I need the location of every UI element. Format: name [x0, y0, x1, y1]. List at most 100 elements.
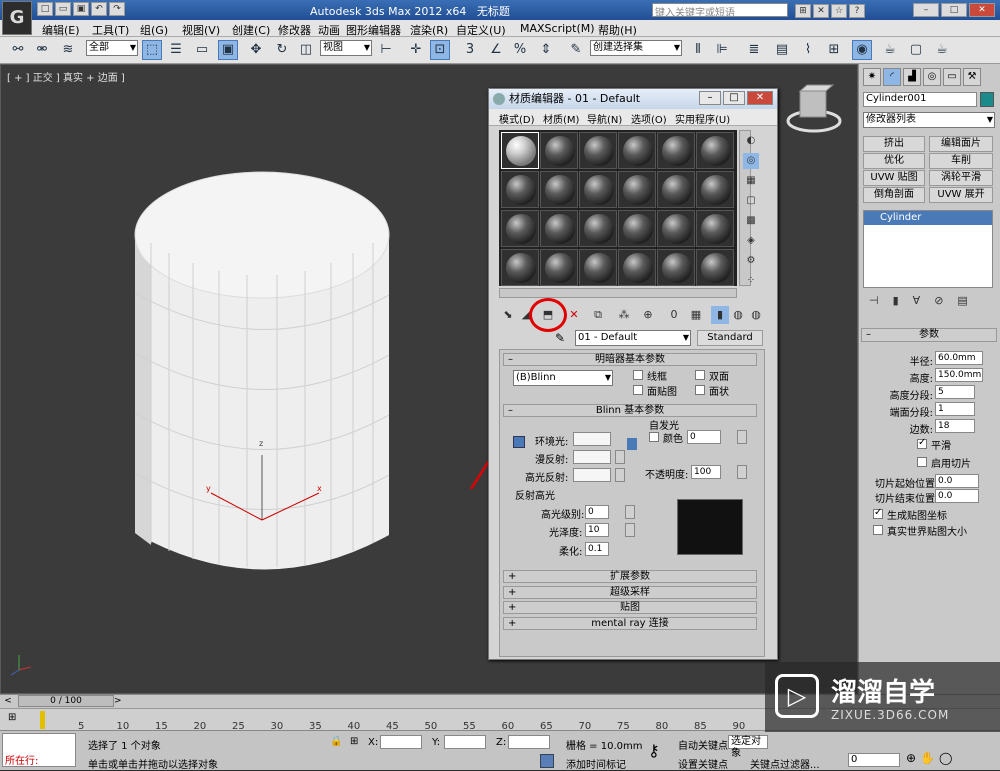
- app-logo-icon[interactable]: G: [2, 1, 32, 35]
- menu-animation[interactable]: 动画: [318, 22, 340, 38]
- z-coord-field[interactable]: [508, 735, 550, 749]
- search-input[interactable]: 键入关键字或短语: [652, 3, 788, 19]
- utilities-tab-icon[interactable]: ⚒: [963, 68, 981, 86]
- rect-selection-icon[interactable]: ▭: [192, 40, 212, 60]
- material-slot[interactable]: [579, 249, 617, 286]
- angle-snap-icon[interactable]: ∠: [486, 40, 506, 60]
- key-mode-select[interactable]: 选定对象: [728, 735, 768, 759]
- supersampling-rollout[interactable]: + 超级采样: [503, 586, 757, 599]
- show-map-icon[interactable]: ▦: [687, 306, 705, 324]
- viewcube-icon[interactable]: [786, 84, 842, 133]
- zoom-icon[interactable]: ⊕: [906, 751, 920, 765]
- star-icon[interactable]: ☆: [831, 4, 847, 18]
- material-slot[interactable]: [657, 210, 695, 247]
- material-slot[interactable]: [540, 249, 578, 286]
- mat-menu-navigation[interactable]: 导航(N): [587, 111, 622, 126]
- pin-stack-icon[interactable]: ⊣: [869, 294, 893, 307]
- eyedropper-icon[interactable]: ✎: [555, 331, 565, 345]
- rendered-frame-icon[interactable]: ▢: [906, 40, 926, 60]
- turbosmooth-button[interactable]: 涡轮平滑: [929, 170, 993, 186]
- close-button[interactable]: ✕: [969, 3, 995, 17]
- make-unique-stack-icon[interactable]: ∀: [913, 294, 935, 307]
- material-slot[interactable]: [501, 249, 539, 286]
- bevel-profile-button[interactable]: 倒角剖面: [863, 187, 925, 203]
- material-id-icon[interactable]: 0: [665, 306, 683, 324]
- uvw-map-button[interactable]: UVW 贴图: [863, 170, 925, 186]
- maxscript-listener[interactable]: 所在行:: [2, 733, 76, 767]
- spec-level-map-button[interactable]: [625, 505, 635, 519]
- show-end-result-icon[interactable]: ▮: [711, 306, 729, 324]
- schematic-view-icon[interactable]: ⊞: [824, 40, 844, 60]
- material-slot[interactable]: [501, 132, 539, 169]
- orbit-icon[interactable]: ◯: [939, 751, 956, 765]
- self-illum-color-checkbox[interactable]: [649, 432, 659, 442]
- mental-ray-rollout[interactable]: + mental ray 连接: [503, 617, 757, 630]
- named-selection-select[interactable]: 创建选择集: [590, 40, 682, 56]
- two-sided-checkbox[interactable]: [695, 370, 705, 380]
- hierarchy-tab-icon[interactable]: ▟: [903, 68, 921, 86]
- material-slot[interactable]: [618, 210, 656, 247]
- menu-maxscript[interactable]: MAXScript(M): [520, 22, 595, 35]
- radius-spinner[interactable]: 60.0mm: [935, 351, 983, 365]
- material-slot[interactable]: [696, 171, 734, 208]
- material-slot[interactable]: [657, 249, 695, 286]
- object-color-swatch[interactable]: [980, 92, 994, 107]
- absolute-mode-icon[interactable]: ⊞: [350, 736, 358, 747]
- material-name-field[interactable]: 01 - Default: [575, 330, 691, 346]
- shader-basic-rollout[interactable]: – 明暗器基本参数: [503, 353, 757, 366]
- material-slot[interactable]: [501, 171, 539, 208]
- material-slot[interactable]: [579, 210, 617, 247]
- specular-map-button[interactable]: [615, 468, 625, 482]
- pan-icon[interactable]: ✋: [920, 751, 939, 765]
- curve-editor-icon[interactable]: ⌇: [798, 40, 818, 60]
- time-slider-thumb[interactable]: 0 / 100: [18, 695, 114, 707]
- diffuse-color-swatch[interactable]: [573, 450, 611, 464]
- render-setup-icon[interactable]: ☕: [880, 40, 900, 60]
- mat-menu-material[interactable]: 材质(M): [543, 111, 579, 126]
- select-by-material-icon[interactable]: ⁘: [743, 273, 759, 289]
- optimize-button[interactable]: 优化: [863, 153, 925, 169]
- slice-from-spinner[interactable]: 0.0: [935, 474, 979, 488]
- material-slot[interactable]: [618, 171, 656, 208]
- time-next-icon[interactable]: >: [114, 696, 126, 707]
- mat-menu-mode[interactable]: 模式(D): [499, 111, 535, 126]
- material-slot[interactable]: [696, 210, 734, 247]
- edit-named-sets-icon[interactable]: ✎: [566, 40, 586, 60]
- modifier-list-select[interactable]: 修改器列表: [863, 112, 995, 128]
- material-type-button[interactable]: Standard: [697, 330, 763, 346]
- align-icon[interactable]: ⊫: [712, 40, 732, 60]
- uv-tiling-icon[interactable]: ▢: [743, 193, 759, 209]
- edit-patch-button[interactable]: 编辑面片: [929, 136, 993, 152]
- select-object-icon[interactable]: ⬚: [142, 40, 162, 60]
- stack-item-cylinder[interactable]: Cylinder: [864, 211, 992, 225]
- unlink-icon[interactable]: ⚮: [32, 40, 52, 60]
- sample-type-icon[interactable]: ◐: [743, 133, 759, 149]
- glossiness-map-button[interactable]: [625, 523, 635, 537]
- new-icon[interactable]: □: [37, 2, 53, 16]
- put-to-library-icon[interactable]: ⊕: [639, 306, 657, 324]
- opacity-map-button[interactable]: [737, 465, 747, 479]
- mini-curve-editor-icon[interactable]: ⊞: [8, 712, 24, 726]
- slice-on-checkbox[interactable]: [917, 457, 927, 467]
- spec-level-spinner[interactable]: 0: [585, 505, 609, 519]
- mat-maximize-button[interactable]: □: [723, 91, 745, 105]
- mat-menu-utilities[interactable]: 实用程序(U): [675, 111, 730, 126]
- rotate-icon[interactable]: ↻: [272, 40, 292, 60]
- lock-ambient-diffuse-icon[interactable]: [513, 436, 525, 448]
- menu-tools[interactable]: 工具(T): [92, 22, 129, 38]
- undo-icon[interactable]: ↶: [91, 2, 107, 16]
- mat-minimize-button[interactable]: –: [699, 91, 721, 105]
- real-world-map-checkbox[interactable]: [873, 525, 883, 535]
- material-slot[interactable]: [618, 132, 656, 169]
- display-tab-icon[interactable]: ▭: [943, 68, 961, 86]
- material-slot[interactable]: [696, 249, 734, 286]
- material-slot[interactable]: [579, 171, 617, 208]
- background-icon[interactable]: ▦: [743, 173, 759, 189]
- spinner-snap-icon[interactable]: ⇕: [536, 40, 556, 60]
- save-icon[interactable]: ▣: [73, 2, 89, 16]
- make-unique-icon[interactable]: ⁂: [615, 306, 633, 324]
- material-slot[interactable]: [618, 249, 656, 286]
- tools-icon[interactable]: ✕: [813, 4, 829, 18]
- lathe-button[interactable]: 车削: [929, 153, 993, 169]
- lock-selection-icon[interactable]: 🔒: [330, 736, 342, 747]
